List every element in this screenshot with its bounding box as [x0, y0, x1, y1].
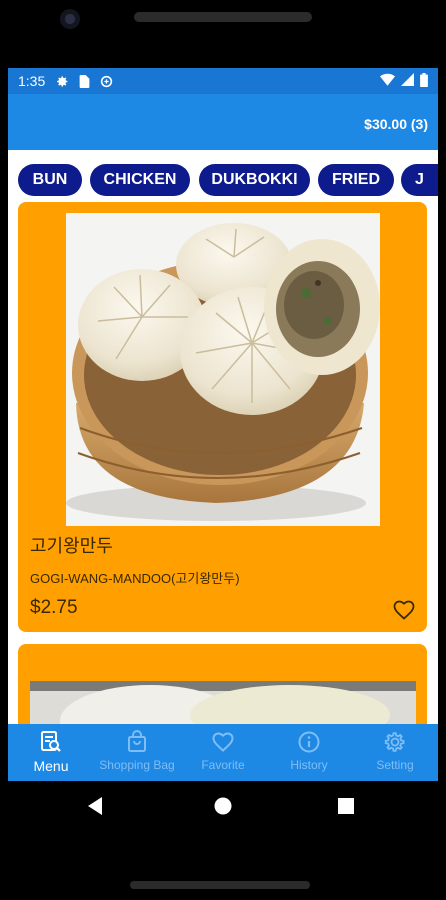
gear-icon: [55, 74, 69, 88]
menu-search-icon: [39, 730, 63, 754]
status-time: 1:35: [18, 73, 46, 89]
nav-menu[interactable]: Menu: [8, 724, 94, 781]
menu-item-card[interactable]: 고기왕만두 GOGI-WANG-MANDOO(고기왕만두) $2.75: [18, 202, 427, 632]
earpiece-speaker: [134, 12, 312, 22]
recents-icon[interactable]: [334, 794, 358, 818]
sim-card-icon: [77, 74, 91, 88]
category-chips: BUN CHICKEN DUKBOKKI FRIED J: [8, 162, 438, 198]
status-bar: 1:35: [8, 68, 438, 94]
heart-icon: [211, 730, 235, 754]
app-bar: $30.00 (3): [8, 94, 438, 150]
item-name-korean: 고기왕만두: [30, 536, 113, 557]
heart-outline-icon[interactable]: [392, 598, 416, 622]
cart-total[interactable]: $30.00 (3): [364, 116, 428, 132]
phone-top-bezel: [0, 0, 446, 68]
info-icon: [297, 730, 321, 754]
nav-favorite-label: Favorite: [201, 758, 245, 772]
nav-shopping-bag[interactable]: Shopping Bag: [94, 724, 180, 781]
shopping-bag-icon: [125, 730, 149, 754]
wifi-icon: [380, 73, 395, 89]
back-icon[interactable]: [84, 794, 108, 818]
app-screen: 1:35 $30.00 (3) BUN CHICKEN DUKBOKKI FRI…: [8, 68, 438, 781]
category-chip-fried[interactable]: FRIED: [318, 164, 394, 196]
bottom-navigation: Menu Shopping Bag Favorite History Setti…: [8, 724, 438, 781]
gear-icon: [383, 730, 407, 754]
category-chip-chicken[interactable]: CHICKEN: [90, 164, 190, 196]
nav-history[interactable]: History: [266, 724, 352, 781]
nav-setting[interactable]: Setting: [352, 724, 438, 781]
battery-icon: [420, 72, 428, 90]
system-navigation-bar: [0, 781, 446, 831]
signal-icon: [401, 73, 414, 89]
category-chip-bun[interactable]: BUN: [18, 164, 82, 196]
home-icon[interactable]: [211, 794, 235, 818]
nav-setting-label: Setting: [376, 758, 414, 772]
nav-favorite[interactable]: Favorite: [180, 724, 266, 781]
item-price: $2.75: [30, 597, 78, 618]
item-photo: [66, 213, 380, 526]
phone-bottom-speaker: [130, 881, 310, 889]
category-chip-dukbokki[interactable]: DUKBOKKI: [199, 164, 310, 196]
nav-history-label: History: [290, 758, 328, 772]
front-camera: [60, 9, 80, 29]
nav-menu-label: Menu: [33, 758, 69, 774]
category-chip-partial[interactable]: J: [401, 164, 438, 196]
sync-icon: [99, 74, 113, 88]
nav-shopping-bag-label: Shopping Bag: [99, 758, 175, 772]
item-name-romanized: GOGI-WANG-MANDOO(고기왕만두): [30, 571, 240, 586]
